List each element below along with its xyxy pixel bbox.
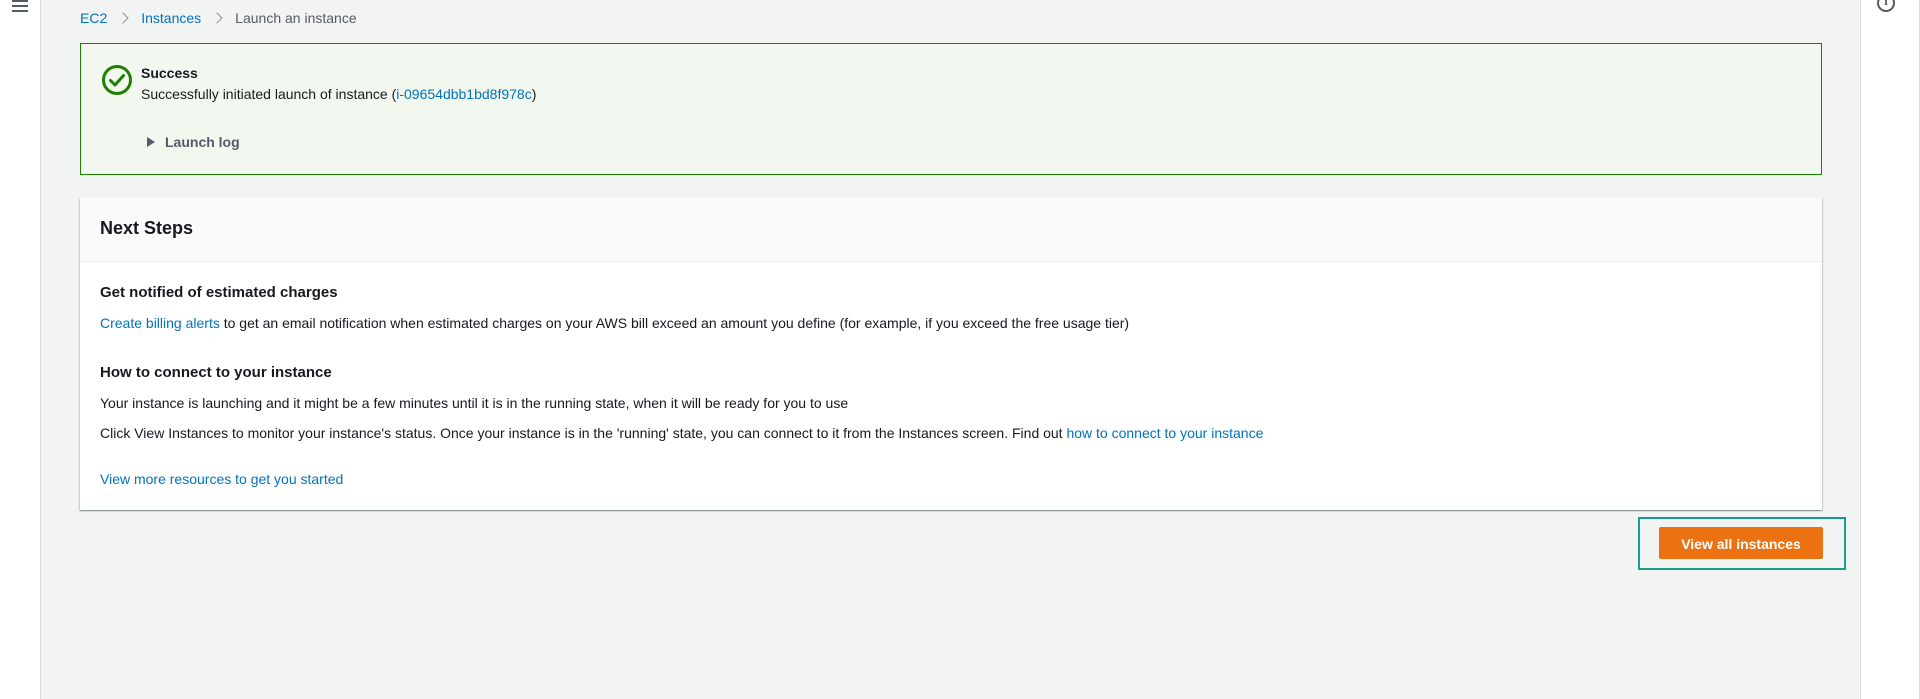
billing-text: to get an email notification when estima… [219,315,1130,331]
connect-line-1: Your instance is launching and it might … [100,395,849,411]
view-more-resources-link[interactable]: View more resources to get you started [100,471,343,487]
billing-line: Create billing alerts to get an email no… [100,315,1129,331]
connect-line-2: Click View Instances to monitor your ins… [100,425,1263,441]
chevron-right-icon [211,12,223,24]
instance-id-link[interactable]: i-09654dbb1bd8f978c [396,86,531,102]
caret-right-icon [147,137,155,147]
next-steps-title: Next Steps [100,218,194,238]
next-steps-panel: Next Steps Get notified of estimated cha… [80,198,1822,510]
breadcrumb: EC2 Instances Launch an instance [80,8,357,28]
breadcrumb-current: Launch an instance [235,10,357,26]
connect-line-2-text: Click View Instances to monitor your ins… [100,425,1067,441]
launch-log-label: Launch log [165,134,240,150]
success-flash-message: Success Successfully initiated launch of… [80,43,1822,175]
right-tools-rail: i [1860,0,1920,699]
view-all-instances-button[interactable]: View all instances [1659,527,1823,559]
check-circle-icon [102,65,132,95]
next-steps-header: Next Steps [80,198,1822,262]
launch-log-toggle[interactable]: Launch log [147,134,240,150]
flash-title: Success [141,65,198,81]
flash-message: Successfully initiated launch of instanc… [141,86,536,102]
how-to-connect-link[interactable]: how to connect to your instance [1066,425,1263,441]
breadcrumb-ec2[interactable]: EC2 [80,10,107,26]
flash-message-prefix: Successfully initiated launch of instanc… [141,86,397,102]
chevron-right-icon [117,12,129,24]
flash-message-suffix: ) [531,86,537,102]
left-navigation-rail [0,0,41,699]
billing-heading: Get notified of estimated charges [100,284,338,301]
breadcrumb-instances[interactable]: Instances [141,10,201,26]
hamburger-menu-icon[interactable] [12,0,28,12]
info-icon[interactable]: i [1877,0,1895,12]
create-billing-alerts-link[interactable]: Create billing alerts [100,315,220,331]
connect-heading: How to connect to your instance [100,364,332,381]
